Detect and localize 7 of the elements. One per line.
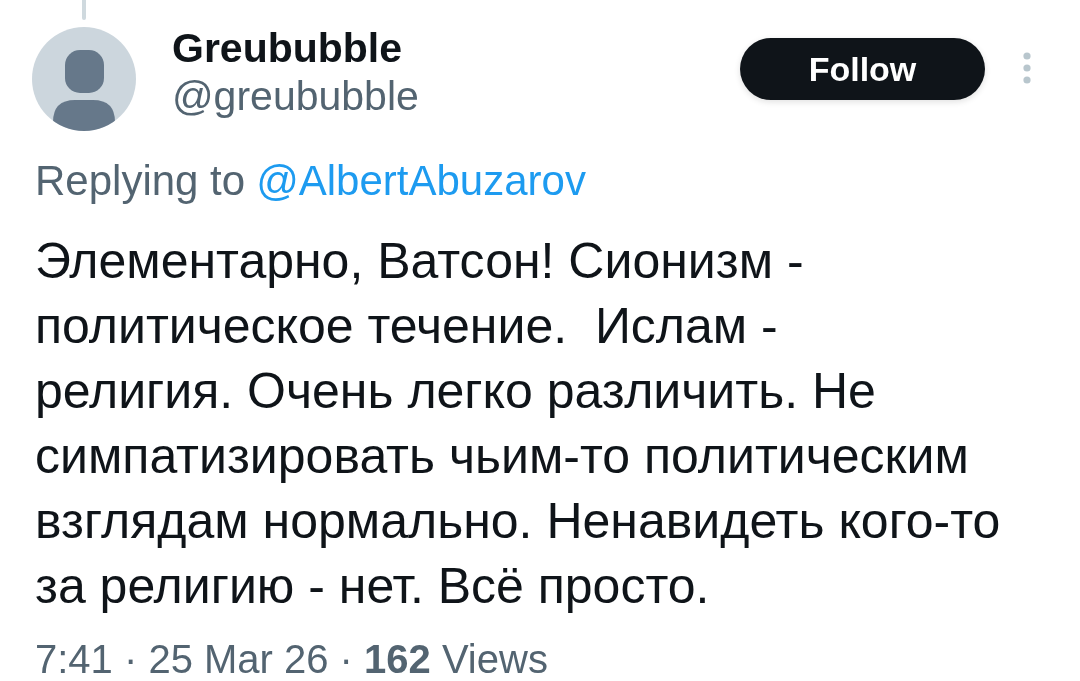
replying-label: Replying to bbox=[35, 157, 246, 205]
tweet-meta: 7:41 · 25 Mar 26 · 162 Views bbox=[34, 639, 549, 679]
author-handle[interactable]: @greububble bbox=[172, 72, 419, 120]
follow-button[interactable]: Follow bbox=[740, 38, 985, 100]
tweet-text: Элементарно, Ватсон! Сионизм - политическое течение. Ислам - религия. Очень легко различить. Не симпатизировать чьим-то политическим взглядам нормально. Ненавидеть кого-то за религию - нет. Всё просто. bbox=[35, 232, 1002, 616]
avatar-silhouette-icon[interactable] bbox=[32, 27, 136, 131]
author-name[interactable]: Greububble bbox=[172, 24, 419, 72]
